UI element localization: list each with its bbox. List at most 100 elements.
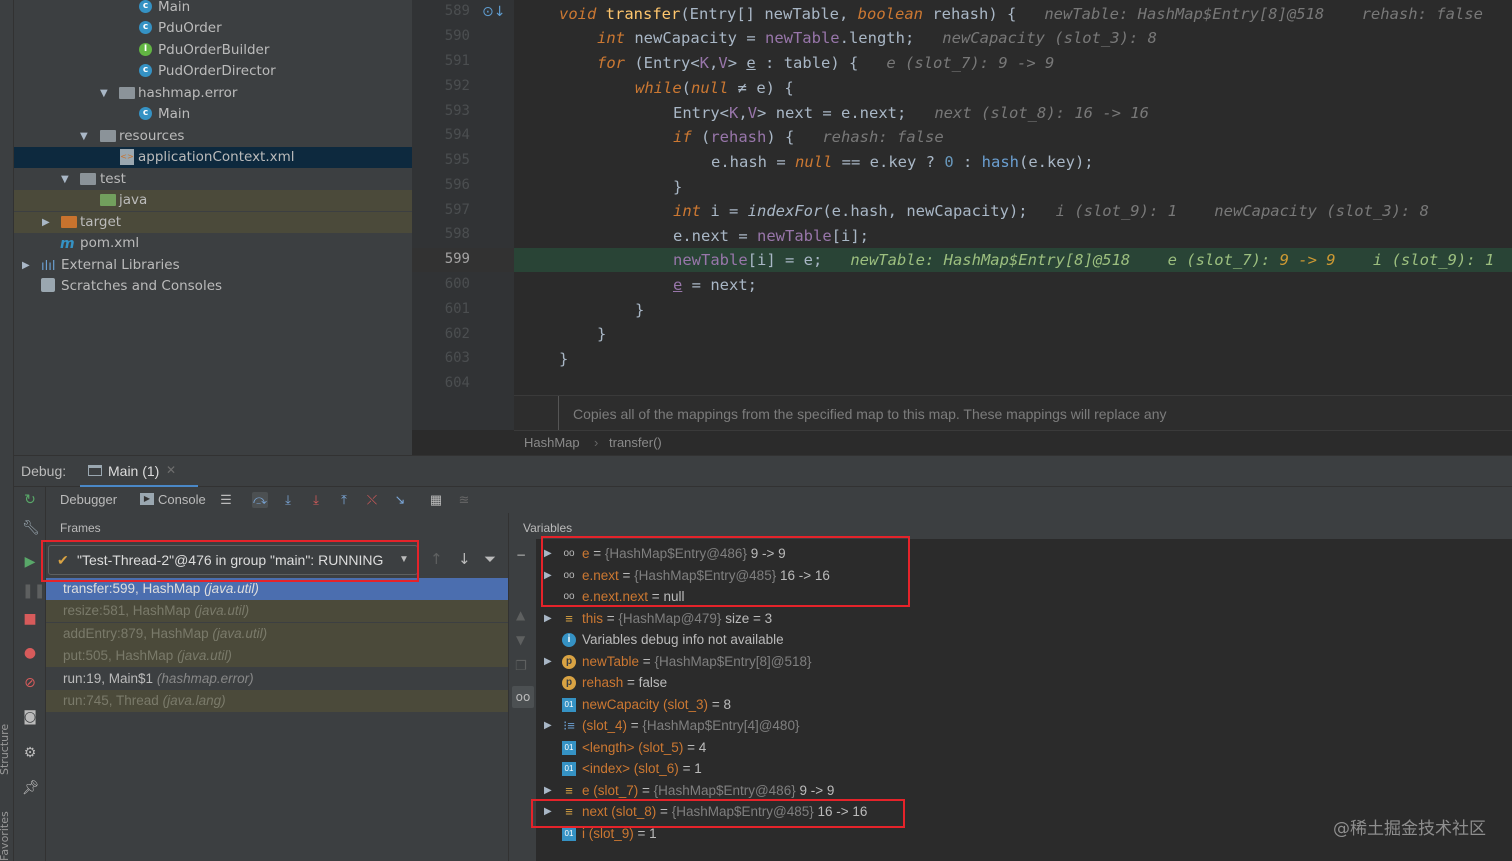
tree-item-pudorderdirector[interactable]: c PudOrderDirector bbox=[14, 61, 412, 82]
tree-item-java[interactable]: java bbox=[14, 190, 412, 211]
variable-row[interactable]: ▶ p newTable = {HashMap$Entry[8]@518} bbox=[536, 651, 1512, 673]
code-line: } bbox=[514, 298, 1512, 322]
code-token: == e.key ? bbox=[832, 153, 945, 171]
tree-item-main-2[interactable]: c Main bbox=[14, 104, 412, 125]
tree-item-pduorder[interactable]: c PduOrder bbox=[14, 18, 412, 39]
tab-main-1[interactable]: Main (1) bbox=[108, 463, 159, 479]
code-token: e.next = bbox=[673, 227, 757, 245]
code-token: ) { bbox=[988, 5, 1017, 23]
code-token: V bbox=[718, 54, 728, 72]
frame-package: (java.util) bbox=[194, 603, 250, 618]
variable-name: e (slot_7) bbox=[582, 783, 639, 798]
camera-icon[interactable]: ◙ bbox=[22, 709, 38, 725]
arrow-down-icon[interactable]: ↓ bbox=[458, 550, 471, 568]
filter-icon[interactable]: ⏷ bbox=[484, 550, 496, 568]
drop-frame-icon[interactable]: ⤬ bbox=[364, 492, 380, 508]
chevron-right-icon[interactable]: ▶ bbox=[42, 212, 50, 233]
pause-icon[interactable]: ❚❚ bbox=[22, 583, 45, 599]
menu-icon[interactable]: ☰ bbox=[218, 492, 234, 508]
tree-item-hashmap-error[interactable]: ▼ hashmap.error bbox=[14, 83, 412, 104]
override-method-icon[interactable]: ⊙↓ bbox=[482, 4, 505, 20]
code-token: indexFor bbox=[747, 202, 823, 220]
frame-method: resize:581, HashMap bbox=[63, 603, 191, 618]
code-editor[interactable]: void transfer(Entry[] newTable, boolean … bbox=[514, 0, 1512, 430]
chevron-down-icon[interactable]: ▼ bbox=[80, 126, 88, 147]
chevron-right-icon[interactable]: ▶ bbox=[544, 715, 552, 737]
code-token: null bbox=[795, 153, 833, 171]
code-token: int bbox=[673, 202, 701, 220]
trace-icon[interactable]: ≊ bbox=[456, 492, 472, 508]
tree-item-target[interactable]: ▶ target bbox=[14, 212, 412, 233]
evaluate-expression-icon[interactable]: ▦ bbox=[428, 492, 444, 508]
frame-row[interactable]: put:505, HashMap (java.util) bbox=[46, 645, 508, 667]
tree-item-scratches[interactable]: Scratches and Consoles bbox=[14, 276, 412, 297]
wrench-icon[interactable]: 🔧︎ bbox=[22, 520, 40, 536]
frames-title: Frames bbox=[60, 521, 101, 535]
chevron-right-icon[interactable]: ▶ bbox=[544, 651, 552, 673]
code-token: [i] = e; bbox=[747, 251, 823, 269]
inline-debug-hint: e (slot_7): bbox=[1167, 251, 1280, 269]
close-icon[interactable]: ✕ bbox=[166, 463, 176, 477]
step-into-icon[interactable]: ⤓ bbox=[280, 492, 296, 508]
chevron-right-icon[interactable]: ▶ bbox=[22, 255, 30, 276]
frame-row[interactable]: resize:581, HashMap (java.util) bbox=[46, 600, 508, 622]
mute-breakpoints-icon[interactable]: ⊘ bbox=[22, 675, 38, 691]
arrow-down-icon[interactable]: ▼ bbox=[516, 633, 525, 647]
force-step-into-icon[interactable]: ⤓ bbox=[308, 492, 324, 508]
tree-item-main[interactable]: c Main bbox=[14, 0, 412, 18]
variable-row[interactable]: 01 <length> (slot_5) = 4 bbox=[536, 737, 1512, 759]
breadcrumb-item[interactable]: HashMap bbox=[524, 435, 580, 450]
chevron-down-icon[interactable]: ▼ bbox=[61, 169, 69, 190]
variable-ref: {HashMap@479} bbox=[618, 611, 722, 626]
tree-item-resources[interactable]: ▼ resources bbox=[14, 126, 412, 147]
variable-value: false bbox=[638, 675, 668, 690]
arrow-up-icon[interactable]: ↑ bbox=[430, 550, 443, 568]
settings-gear-icon[interactable]: ⚙ bbox=[22, 745, 38, 761]
inline-debug-hint: e (slot_7): 9 -> 9 bbox=[886, 54, 1055, 72]
tree-item-pom[interactable]: m pom.xml bbox=[14, 233, 412, 254]
tree-item-label: PudOrderDirector bbox=[158, 63, 276, 79]
watch-icon[interactable]: oo bbox=[512, 686, 534, 708]
arrow-up-icon[interactable]: ▲ bbox=[516, 608, 525, 622]
rerun-icon[interactable]: ↻ bbox=[22, 492, 38, 508]
variable-name: <length> (slot_5) bbox=[582, 740, 684, 755]
variable-row[interactable]: 01 newCapacity (slot_3) = 8 bbox=[536, 694, 1512, 716]
tree-item-test[interactable]: ▼ test bbox=[14, 169, 412, 190]
tree-item-applicationcontext[interactable]: <> applicationContext.xml bbox=[14, 147, 412, 168]
folder-icon bbox=[100, 130, 116, 142]
code-token: newTable bbox=[673, 251, 748, 269]
resume-icon[interactable]: ▶ bbox=[22, 554, 38, 570]
run-to-cursor-icon[interactable]: ↘ bbox=[392, 492, 408, 508]
breadcrumb-item[interactable]: transfer() bbox=[609, 435, 662, 450]
favorites-tab[interactable]: Favorites bbox=[0, 811, 11, 861]
tree-item-external-libraries[interactable]: ▶ ılıl External Libraries bbox=[14, 255, 412, 276]
tab-console[interactable]: Console bbox=[158, 492, 206, 507]
frame-row[interactable]: run:745, Thread (java.lang) bbox=[46, 690, 508, 712]
variable-row[interactable]: ▶ ≡ this = {HashMap@479} size = 3 bbox=[536, 608, 1512, 630]
code-token: : bbox=[953, 153, 982, 171]
step-out-icon[interactable]: ⤒ bbox=[336, 492, 352, 508]
add-watch-icon[interactable]: − bbox=[516, 548, 526, 562]
structure-tab[interactable]: Structure bbox=[0, 724, 11, 775]
variable-ref: {HashMap$Entry[8]@518} bbox=[654, 654, 812, 669]
chevron-right-icon[interactable]: ▶ bbox=[544, 608, 552, 630]
frame-row[interactable]: addEntry:879, HashMap (java.util) bbox=[46, 623, 508, 645]
variable-name: <index> (slot_6) bbox=[582, 761, 679, 776]
class-icon: c bbox=[139, 64, 152, 77]
stop-icon[interactable]: ■ bbox=[22, 611, 38, 627]
primitive-icon: 01 bbox=[562, 827, 576, 841]
field-icon: ≡ bbox=[565, 611, 573, 626]
pin-icon[interactable]: 📌︎ bbox=[22, 780, 40, 796]
step-over-icon[interactable]: ⤼ bbox=[252, 492, 268, 508]
copy-icon[interactable]: ❐ bbox=[515, 659, 527, 674]
tab-debugger[interactable]: Debugger bbox=[60, 492, 117, 507]
view-breakpoints-icon[interactable]: ● bbox=[22, 645, 38, 661]
variable-row[interactable]: p rehash = false bbox=[536, 672, 1512, 694]
frame-row[interactable]: run:19, Main$1 (hashmap.error) bbox=[46, 668, 508, 690]
code-token: K bbox=[699, 54, 709, 72]
variable-row[interactable]: 01 <index> (slot_6) = 1 bbox=[536, 758, 1512, 780]
chevron-down-icon[interactable]: ▼ bbox=[100, 83, 108, 104]
variable-row[interactable]: ▶ ⁝≡ (slot_4) = {HashMap$Entry[4]@480} bbox=[536, 715, 1512, 737]
tree-item-pduorderbuilder[interactable]: I PduOrderBuilder bbox=[14, 40, 412, 61]
tree-item-label: PduOrderBuilder bbox=[158, 42, 270, 58]
